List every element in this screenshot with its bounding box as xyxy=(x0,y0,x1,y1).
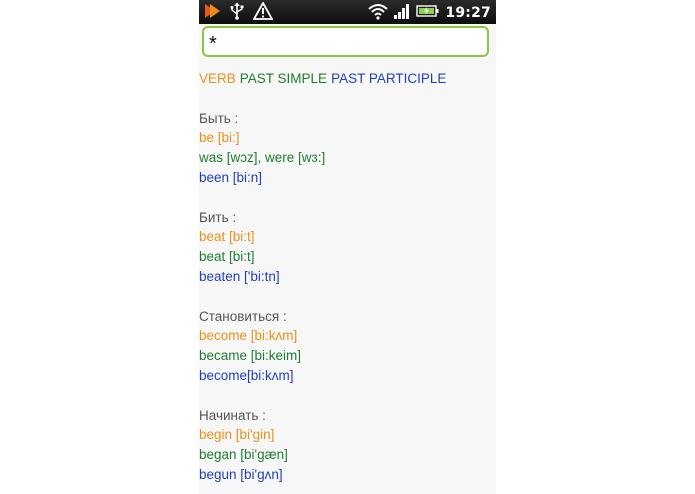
entry-past-simple: was [wɔz], were [wɜ:] xyxy=(199,150,326,166)
entry-past-simple: began [bi'gæn] xyxy=(199,447,288,463)
entry-verb: be [bi:] xyxy=(199,130,240,146)
entry-heading: Становиться : xyxy=(199,308,287,324)
phone-screen: 19:27 VERBPAST SIMPLEPAST PARTICIPLE Быт… xyxy=(199,0,496,494)
usb-icon xyxy=(229,2,245,24)
legend-verb: VERB xyxy=(199,71,236,86)
wifi-icon xyxy=(368,2,389,24)
battery-icon xyxy=(416,2,440,24)
entry-past-participle: become[bi:kʌm] xyxy=(199,367,294,383)
entry-past-simple: became [bi:keim] xyxy=(199,348,302,364)
entry-past-simple: beat [bi:t] xyxy=(199,249,255,265)
verb-entry[interactable]: Становиться : become [bi:kʌm] became [bi… xyxy=(199,307,496,386)
verb-entry[interactable]: Бить : beat [bi:t] beat [bi:t] beaten ['… xyxy=(199,208,496,287)
clock: 19:27 xyxy=(445,5,491,21)
entry-past-participle: been [bi:n] xyxy=(199,169,263,185)
search-input[interactable] xyxy=(202,26,489,57)
verb-entry[interactable]: Начинать : begin [bi'gin] began [bi'gæn]… xyxy=(199,406,496,485)
signal-icon xyxy=(393,2,411,24)
legend-past-simple: PAST SIMPLE xyxy=(239,71,328,86)
status-bar: 19:27 xyxy=(199,0,496,24)
warning-icon xyxy=(252,1,274,24)
app-notification-icon[interactable] xyxy=(203,2,221,24)
legend-past-participle: PAST PARTICIPLE xyxy=(331,71,447,86)
entry-heading: Быть : xyxy=(199,110,239,126)
entry-past-participle: begun [bi'gʌn] xyxy=(199,466,283,482)
entry-heading: Начинать : xyxy=(199,407,266,423)
legend: VERB PAST SIMPLE PAST PARTICIPLE xyxy=(199,69,496,89)
entry-past-participle: beaten ['bi:tn] xyxy=(199,268,280,284)
entry-verb: become [bi:kʌm] xyxy=(199,328,298,344)
entry-verb: begin [bi'gin] xyxy=(199,427,275,443)
entry-verb: beat [bi:t] xyxy=(199,229,255,245)
verb-list: VERB PAST SIMPLE PAST PARTICIPLE Быть : be… xyxy=(199,69,496,485)
verb-entry[interactable]: Быть : be [bi:] was [wɔz], were [wɜ:] be… xyxy=(199,109,496,188)
entry-heading: Бить : xyxy=(199,209,237,225)
